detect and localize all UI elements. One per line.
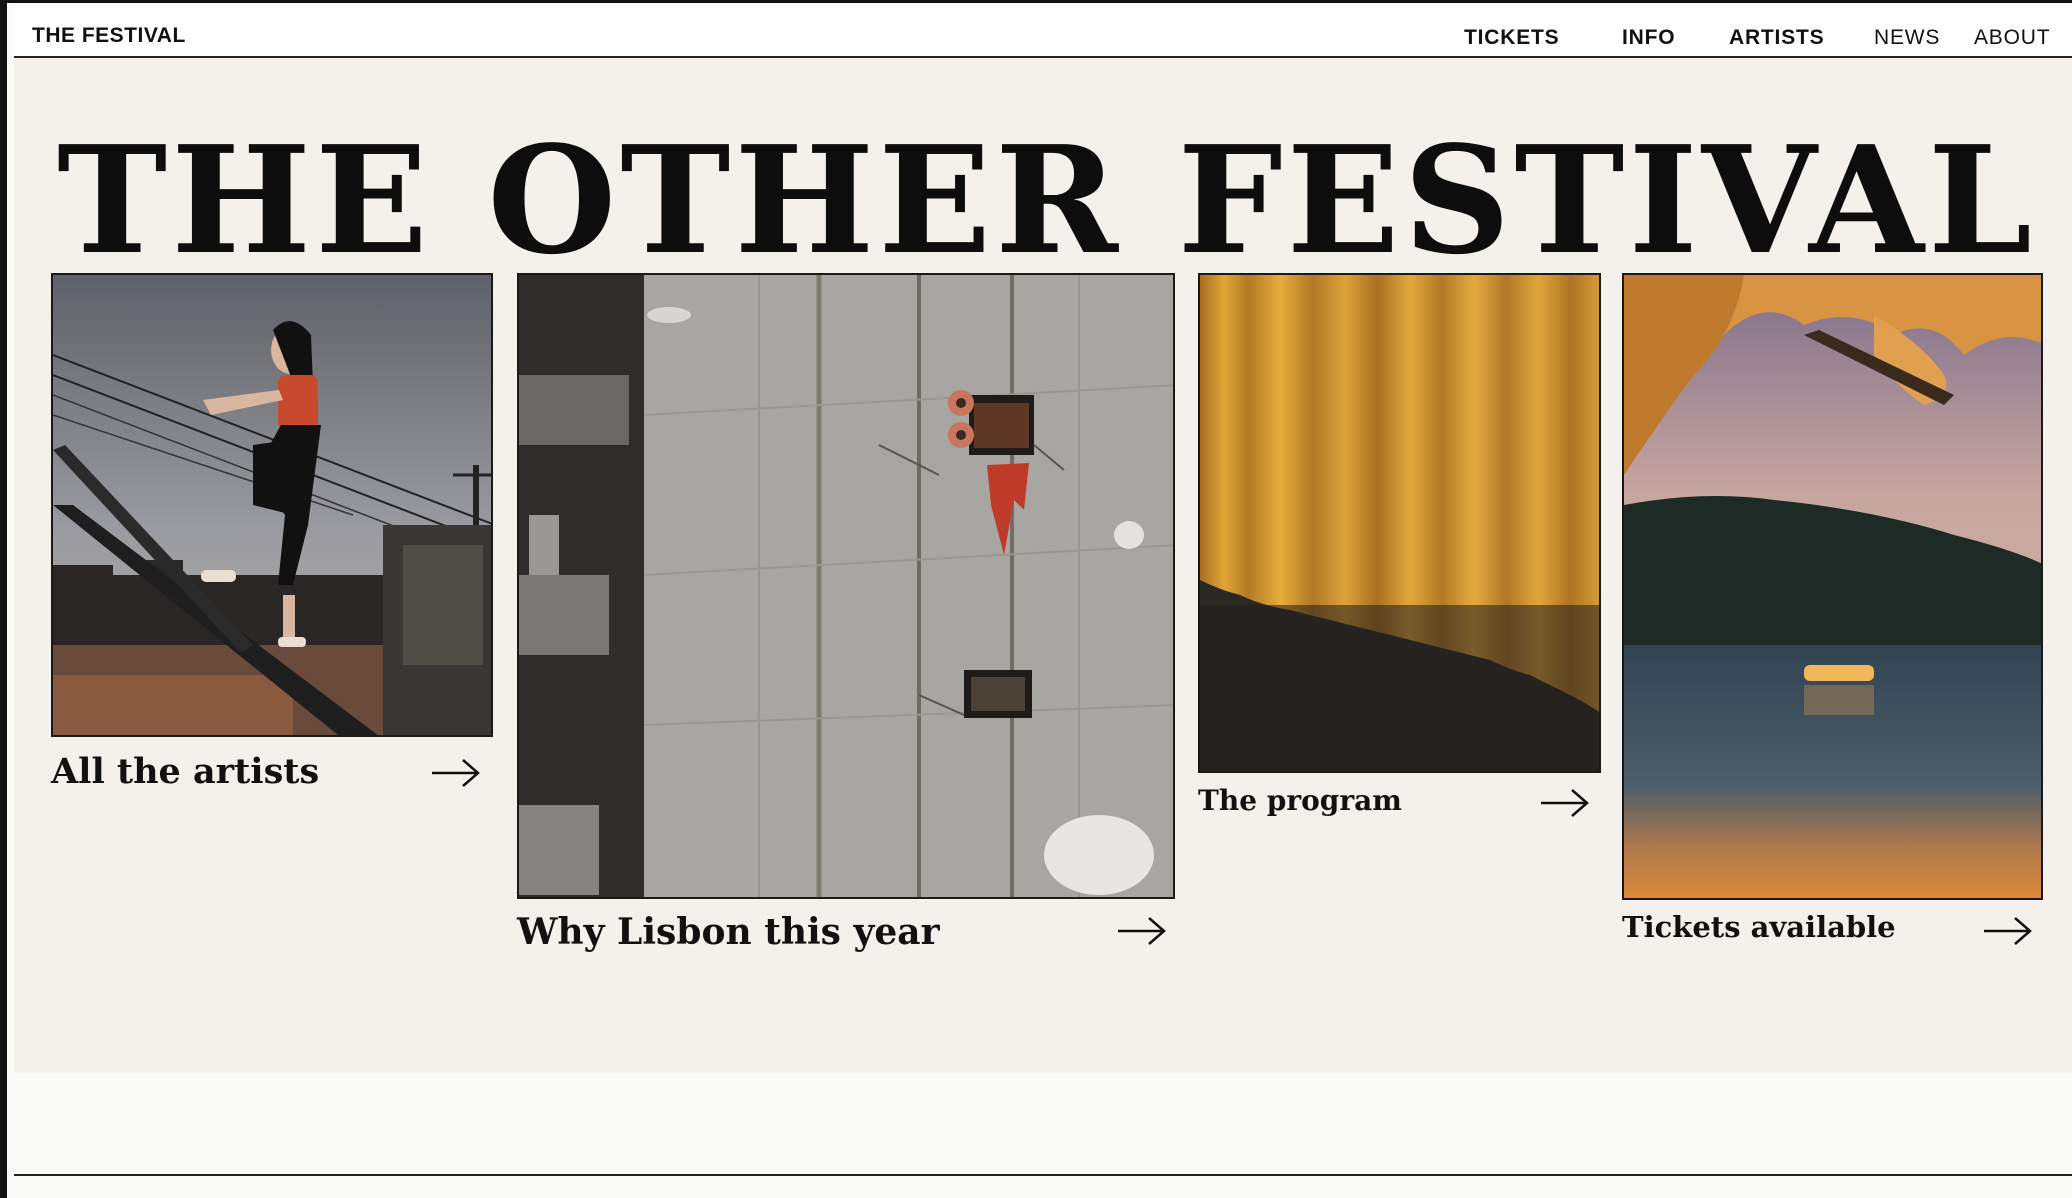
nav-link-tickets[interactable]: TICKETS <box>1464 26 1559 50</box>
top-navigation: THE FESTIVAL TICKETS INFO ARTISTS NEWS A… <box>14 6 2072 58</box>
nav-link-news[interactable]: NEWS <box>1874 26 1940 50</box>
program-card-label[interactable]: The program <box>1198 784 1402 817</box>
hero-section: THE OTHER FESTIVAL All the artists Why L… <box>14 58 2072 1073</box>
nav-link-about[interactable]: ABOUT <box>1974 26 2050 50</box>
page-title: THE OTHER FESTIVAL <box>57 113 2036 287</box>
nav-link-artists[interactable]: ARTISTS <box>1729 26 1824 50</box>
divider <box>14 1174 2072 1176</box>
arrow-right-icon[interactable] <box>1983 916 2033 946</box>
building-wall-photo <box>519 275 1173 897</box>
tickets-card-image[interactable] <box>1622 273 2043 900</box>
lake-photo <box>1624 275 2041 898</box>
curtain-photo <box>1200 275 1599 771</box>
artists-card-label[interactable]: All the artists <box>51 751 319 792</box>
lisbon-card-image[interactable] <box>517 273 1175 899</box>
program-card-image[interactable] <box>1198 273 1601 773</box>
arrow-right-icon[interactable] <box>431 758 481 788</box>
nav-link-info[interactable]: INFO <box>1622 26 1675 50</box>
brand-logo-link[interactable]: THE FESTIVAL <box>32 24 186 48</box>
arrow-right-icon[interactable] <box>1540 788 1590 818</box>
arrow-right-icon[interactable] <box>1117 916 1167 946</box>
tickets-card-label[interactable]: Tickets available <box>1622 910 1896 944</box>
artist-photo <box>53 275 491 735</box>
browser-frame: THE FESTIVAL TICKETS INFO ARTISTS NEWS A… <box>0 0 2072 1198</box>
artists-card-image[interactable] <box>51 273 493 737</box>
lisbon-card-label[interactable]: Why Lisbon this year <box>517 911 940 953</box>
